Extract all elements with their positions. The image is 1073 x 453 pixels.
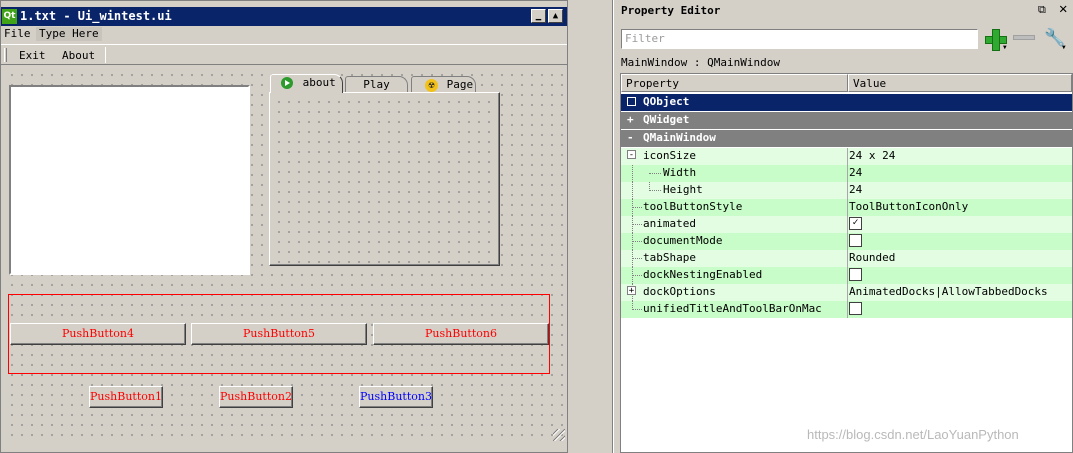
watermark: https://blog.csdn.net/LaoYuanPython	[807, 427, 1019, 442]
expand-icon[interactable]: +	[627, 286, 636, 296]
collapse-minus-icon[interactable]: -	[627, 130, 634, 146]
header-property[interactable]: Property	[621, 74, 848, 92]
title-bar: Qt 1.txt - Ui_wintest.ui ▁ ▲	[1, 7, 567, 26]
tab-play[interactable]: Play	[345, 76, 408, 93]
toolbar-about[interactable]: About	[62, 49, 95, 62]
property-value[interactable]: ToolButtonIconOnly	[849, 199, 968, 216]
tab-widget-page	[269, 92, 500, 266]
menu-file[interactable]: File	[4, 27, 31, 41]
dock-nesting-checkbox[interactable]	[849, 267, 862, 281]
group-qwidget-label: QWidget	[643, 113, 690, 126]
configure-dropdown-arrow-icon[interactable]: ▼	[1062, 44, 1066, 51]
toolbar-exit[interactable]: Exit	[19, 49, 46, 62]
property-row[interactable]: documentMode	[621, 233, 1072, 250]
property-row[interactable]: tabShape Rounded	[621, 250, 1072, 267]
property-name: tabShape	[643, 251, 696, 264]
property-name: toolButtonStyle	[643, 200, 743, 213]
push-button-1[interactable]: PushButton1	[89, 386, 163, 408]
property-name: documentMode	[643, 234, 723, 247]
property-row[interactable]: - iconSize 24 x 24	[621, 148, 1072, 165]
push-button-4[interactable]: PushButton4	[10, 323, 186, 345]
unified-title-checkbox[interactable]	[849, 301, 862, 315]
menu-type-here[interactable]: Type Here	[36, 27, 102, 41]
property-name: dockNestingEnabled	[643, 268, 763, 281]
property-row[interactable]: dockNestingEnabled	[621, 267, 1072, 284]
tab-page[interactable]: ☢ Page	[411, 76, 476, 93]
property-value[interactable]: 24 x 24	[849, 148, 895, 165]
property-value[interactable]: 24	[849, 165, 862, 182]
collapsed-toggle-icon[interactable]	[627, 97, 636, 106]
object-class-label: MainWindow : QMainWindow	[621, 56, 780, 69]
radiation-icon: ☢	[425, 78, 438, 92]
expand-plus-icon[interactable]: +	[627, 112, 634, 128]
property-editor-title: Property Editor	[621, 4, 721, 17]
property-name: iconSize	[643, 149, 696, 162]
property-value[interactable]: Rounded	[849, 250, 895, 267]
property-name: dockOptions	[643, 285, 716, 298]
minimize-button[interactable]: ▁	[531, 9, 546, 23]
splitter[interactable]	[612, 0, 614, 453]
close-icon[interactable]: ✕	[1059, 1, 1067, 17]
animated-checkbox[interactable]: ✓	[849, 216, 862, 230]
push-button-2[interactable]: PushButton2	[219, 386, 293, 408]
property-name: Height	[663, 183, 703, 196]
property-name: unifiedTitleAndToolBarOnMac	[643, 302, 822, 315]
property-value[interactable]: 24	[849, 182, 862, 199]
toolbar-separator	[105, 47, 106, 63]
remove-dynamic-property-icon[interactable]	[1013, 35, 1035, 40]
window-title: 1.txt - Ui_wintest.ui	[20, 9, 172, 23]
tab-about[interactable]: about	[270, 74, 343, 93]
document-mode-checkbox[interactable]	[849, 233, 862, 247]
push-button-5[interactable]: PushButton5	[191, 323, 367, 345]
property-row[interactable]: Width 24	[621, 165, 1072, 182]
tab-page-label: Page	[446, 78, 474, 91]
property-row[interactable]: toolButtonStyle ToolButtonIconOnly	[621, 199, 1072, 216]
menu-bar: File Type Here	[1, 26, 567, 42]
push-button-3[interactable]: PushButton3	[359, 386, 433, 408]
push-button-6[interactable]: PushButton6	[373, 323, 549, 345]
tool-bar: Exit About	[1, 44, 567, 65]
add-dropdown-arrow-icon[interactable]: ▼	[1003, 44, 1007, 51]
group-qmainwindow[interactable]: - QMainWindow	[621, 130, 1072, 147]
qt-logo-icon: Qt	[2, 9, 17, 24]
property-table: Property Value QObject + QWidget - QMain…	[620, 73, 1073, 453]
designer-window: Qt 1.txt - Ui_wintest.ui ▁ ▲ File Type H…	[0, 0, 568, 453]
group-qobject-label: QObject	[643, 95, 690, 108]
group-qmainwindow-label: QMainWindow	[643, 131, 716, 144]
tab-play-label: Play	[363, 78, 390, 91]
property-name: Width	[663, 166, 697, 179]
property-value[interactable]: AnimatedDocks|AllowTabbedDocks	[849, 284, 1048, 301]
property-row[interactable]: animated ✓	[621, 216, 1072, 233]
group-qobject[interactable]: QObject	[621, 94, 1072, 111]
play-icon	[281, 77, 293, 89]
header-value[interactable]: Value	[848, 74, 1072, 92]
maximize-button[interactable]: ▲	[548, 9, 563, 23]
toolbar-handle[interactable]	[4, 48, 7, 62]
property-row[interactable]: Height 24	[621, 182, 1072, 199]
group-qwidget[interactable]: + QWidget	[621, 112, 1072, 129]
resize-grip-icon[interactable]	[553, 429, 565, 441]
text-edit[interactable]	[9, 85, 250, 275]
property-editor: Property Editor ⧉ ✕ Filter ▼ 🔧 ▼ MainWin…	[615, 0, 1073, 453]
property-name: animated	[643, 217, 696, 230]
property-row[interactable]: + dockOptions AnimatedDocks|AllowTabbedD…	[621, 284, 1072, 301]
float-icon[interactable]: ⧉	[1038, 3, 1046, 17]
property-row[interactable]: unifiedTitleAndToolBarOnMac	[621, 301, 1072, 318]
collapse-icon[interactable]: -	[627, 150, 636, 160]
filter-input[interactable]: Filter	[621, 29, 978, 49]
tab-about-label: about	[302, 76, 336, 89]
